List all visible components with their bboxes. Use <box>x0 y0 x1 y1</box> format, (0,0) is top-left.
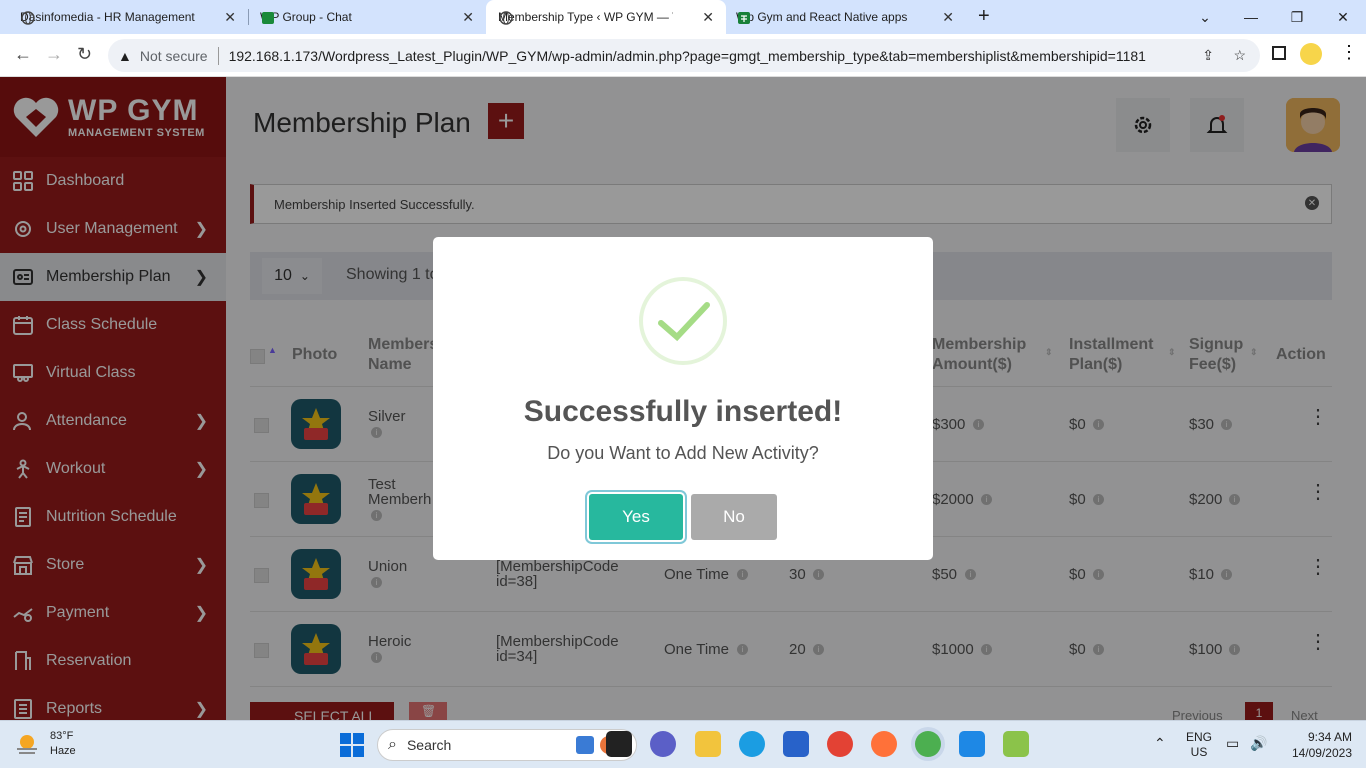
back-icon[interactable]: ← <box>14 44 32 65</box>
taskbar-search[interactable]: ⌕ Search <box>377 729 637 761</box>
file-explorer-icon[interactable] <box>695 731 721 757</box>
browser-toolbar: ← → ↻ ▲ Not secure 192.168.1.173/Wordpre… <box>0 34 1366 77</box>
weather-widget[interactable]: 83°F Haze <box>14 729 76 759</box>
browser-tab-hr[interactable]: Dasinfomedia - HR Management ✕ <box>0 0 248 34</box>
warning-icon: ▲ <box>118 47 132 64</box>
haze-sun-icon <box>17 735 37 754</box>
minimize-icon[interactable]: — <box>1228 0 1274 34</box>
notepad-icon[interactable] <box>1003 731 1029 757</box>
chevron-up-icon[interactable]: ⌃ <box>1154 735 1166 752</box>
browser-tab-membership[interactable]: Membership Type ‹ WP GYM — V ✕ <box>486 0 726 34</box>
reload-icon[interactable]: ↻ <box>77 44 92 65</box>
chrome-profile-icon[interactable] <box>915 731 941 757</box>
chat-icon[interactable] <box>650 731 676 757</box>
vscode-icon[interactable] <box>959 731 985 757</box>
edge-icon[interactable] <box>739 731 765 757</box>
sheets-icon <box>736 10 752 26</box>
close-tab-icon[interactable]: ✕ <box>942 9 954 26</box>
tab-title: Dasinfomedia - HR Management <box>20 10 195 24</box>
firefox-icon[interactable] <box>871 731 897 757</box>
tab-title: Wp Gym and React Native apps <box>736 10 908 24</box>
dialog-message: Do you Want to Add New Activity? <box>547 443 819 463</box>
menu-dots-icon[interactable]: ⋮ <box>1340 42 1358 63</box>
restore-icon[interactable]: ❐ <box>1274 0 1320 34</box>
success-dialog: Successfully inserted! Do you Want to Ad… <box>433 237 933 560</box>
language-indicator[interactable]: ENG US <box>1186 730 1212 760</box>
close-tab-icon[interactable]: ✕ <box>702 9 714 26</box>
language-code: ENG <box>1186 730 1213 744</box>
security-label: Not secure <box>139 47 208 64</box>
chat-app-icon <box>260 10 276 26</box>
forward-icon[interactable]: → <box>45 44 63 65</box>
address-bar[interactable]: ▲ Not secure 192.168.1.173/Wordpress_Lat… <box>108 39 1260 72</box>
dialog-title: Successfully inserted! <box>523 395 843 428</box>
clock-date: 14/09/2023 <box>1291 746 1352 760</box>
globe-icon <box>498 10 514 26</box>
weather-temp: 83°F <box>50 730 74 742</box>
divider <box>217 46 219 65</box>
region-code: US <box>1190 745 1208 759</box>
sidepanel-icon[interactable] <box>1272 46 1286 60</box>
widget-icon <box>576 736 594 754</box>
browser-tab-strip: Dasinfomedia - HR Management ✕ WP Group … <box>0 0 1366 34</box>
browser-tab-sheets[interactable]: Wp Gym and React Native apps ✕ <box>726 0 966 34</box>
close-tab-icon[interactable]: ✕ <box>462 9 474 26</box>
url-text: 192.168.1.173/Wordpress_Latest_Plugin/WP… <box>228 47 1146 64</box>
chrome-icon[interactable] <box>827 731 853 757</box>
globe-icon <box>20 10 36 26</box>
clock-time: 9:34 AM <box>1307 730 1352 744</box>
windows-taskbar: 83°F Haze ⌕ Search ⌃ ENG US ▭ 🔊 9:34 AM … <box>0 720 1366 768</box>
no-button[interactable]: No <box>691 494 777 540</box>
weather-condition: Haze <box>50 745 76 757</box>
store-app-icon[interactable] <box>783 731 809 757</box>
window-controls: ⌄ — ❐ ✕ <box>1182 0 1366 34</box>
volume-icon[interactable]: 🔊 <box>1250 735 1267 752</box>
clock[interactable]: 9:34 AM 14/09/2023 <box>1276 729 1352 761</box>
tab-search-icon[interactable]: ⌄ <box>1182 0 1228 34</box>
taskbar-search-label: Search <box>406 737 452 753</box>
windows-start-icon[interactable] <box>340 733 364 762</box>
close-window-icon[interactable]: ✕ <box>1320 0 1366 34</box>
close-tab-icon[interactable]: ✕ <box>224 9 236 26</box>
search-icon: ⌕ <box>388 736 397 753</box>
profile-avatar-icon[interactable] <box>1300 43 1322 65</box>
task-view-icon[interactable] <box>606 731 632 757</box>
network-icon[interactable]: ▭ <box>1226 735 1239 752</box>
bookmark-star-icon[interactable]: ☆ <box>1233 47 1246 64</box>
success-check-icon <box>639 277 727 365</box>
tab-title: Membership Type ‹ WP GYM — V <box>498 10 673 24</box>
share-icon[interactable]: ⇪ <box>1202 47 1214 64</box>
new-tab-button[interactable]: + <box>978 5 990 28</box>
browser-tab-chat[interactable]: WP Group - Chat ✕ <box>248 0 486 34</box>
yes-button[interactable]: Yes <box>589 494 683 540</box>
